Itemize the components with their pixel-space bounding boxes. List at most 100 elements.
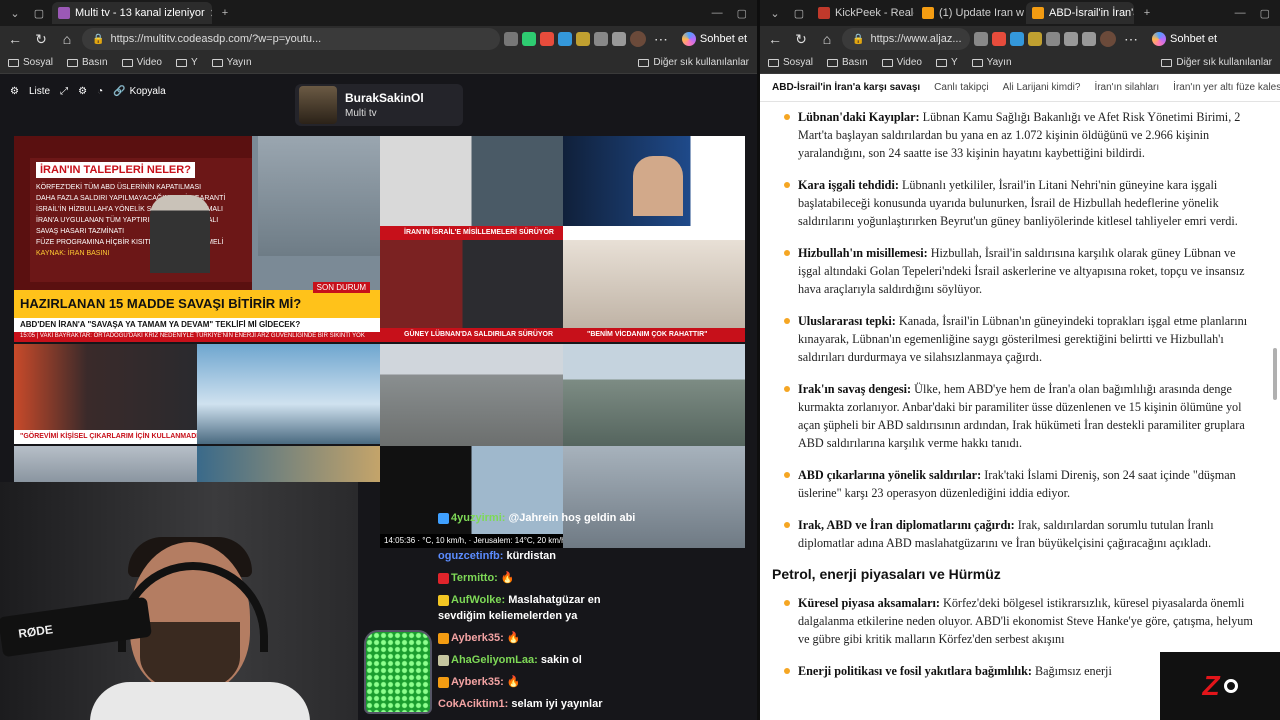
- bookmark-folder[interactable]: Video: [881, 57, 922, 68]
- copilot-button[interactable]: Sohbet et: [1146, 32, 1223, 46]
- tab-abd-israil[interactable]: ABD-İsrail'in İran'a: [1026, 2, 1134, 24]
- channel-card[interactable]: BurakSakinOl Multi tv: [295, 84, 463, 126]
- crown-badge-icon: [438, 594, 449, 606]
- address-bar[interactable]: 🔒 https://multitv.codeasdp.com/?w=p=yout…: [82, 28, 500, 50]
- home-icon[interactable]: ⌂: [56, 28, 78, 50]
- bookmark-folder[interactable]: Basın: [827, 57, 868, 68]
- more-menu-icon[interactable]: ⋯: [650, 28, 672, 50]
- favorites-icon[interactable]: [1082, 32, 1096, 46]
- minimize-icon[interactable]: —: [1235, 7, 1246, 20]
- other-bookmarks[interactable]: Diğer sık kullanılanlar: [638, 57, 749, 68]
- extension-icon[interactable]: [575, 32, 590, 46]
- copy-button[interactable]: 🔗 Kopyala: [113, 86, 166, 97]
- refresh-icon[interactable]: ↻: [30, 28, 52, 50]
- tab-title: (1) Update Iran war: [939, 7, 1024, 19]
- subnav-item[interactable]: ABD-İsrail'in İran'a karşı savaşı: [772, 82, 920, 93]
- tile-caption: "BENİM VİCDANIM ÇOK RAHATTIR": [563, 328, 745, 342]
- new-tab-icon[interactable]: +: [1136, 3, 1158, 23]
- close-tab-icon[interactable]: ✕: [210, 7, 212, 20]
- minimize-icon[interactable]: —: [712, 7, 723, 20]
- list-button[interactable]: Liste: [29, 86, 50, 97]
- bookmark-folder[interactable]: Sosyal: [8, 57, 53, 68]
- video-tile-7[interactable]: "GÖREVİMİ KİŞİSEL ÇIKARLARIM İÇİN KULLAN…: [14, 344, 197, 444]
- emote-jar-image: [364, 630, 432, 714]
- gear-icon[interactable]: ⚙: [78, 86, 87, 97]
- fullscreen-icon[interactable]: ⤢: [60, 86, 68, 97]
- left-browser-window: ⌄ ▢ Multi tv - 13 kanal izleniyor ✕ + — …: [0, 0, 757, 720]
- bookmark-folder[interactable]: Sosyal: [768, 57, 813, 68]
- bookmark-folder[interactable]: Basın: [67, 57, 108, 68]
- bookmark-folder[interactable]: Y: [936, 57, 958, 68]
- extension-icon[interactable]: [1046, 32, 1060, 46]
- extension-icon[interactable]: [539, 32, 554, 46]
- extension-icon[interactable]: [1010, 32, 1024, 46]
- tab-actions-icon[interactable]: ⌄: [4, 3, 26, 23]
- chat-text: sakin ol: [540, 654, 582, 666]
- tab-strip: ⌄ ▢ KickPeek - Real-time (1) Update Iran…: [760, 0, 1280, 26]
- video-tile-6[interactable]: "BENİM VİCDANIM ÇOK RAHATTIR": [563, 240, 745, 342]
- chat-message: AufWolke: Maslahatgüzar en sevdiğim keli…: [438, 592, 638, 624]
- tab-kickpeek[interactable]: KickPeek - Real-time: [812, 2, 914, 24]
- guest-face-image: [633, 156, 683, 216]
- more-menu-icon[interactable]: ⋯: [1120, 28, 1142, 50]
- bookmark-folder[interactable]: Video: [121, 57, 162, 68]
- article-bullet: Küresel piyasa aksamaları: Körfez'deki b…: [784, 594, 1256, 648]
- chat-text: kürdistan: [506, 550, 556, 562]
- tab-multitv[interactable]: Multi tv - 13 kanal izleniyor ✕: [52, 2, 212, 24]
- subnav-item[interactable]: İran'ın yer altı füze kalesi Qe...: [1173, 82, 1280, 93]
- bookmark-folder[interactable]: Yayın: [211, 57, 252, 68]
- workspaces-icon[interactable]: ▢: [788, 3, 810, 23]
- extension-icon[interactable]: [992, 32, 1006, 46]
- back-icon[interactable]: ←: [4, 28, 26, 50]
- extension-icon[interactable]: [1028, 32, 1042, 46]
- scrollbar-thumb[interactable]: [1273, 348, 1277, 400]
- video-tile-9[interactable]: [380, 344, 563, 446]
- video-tile-12[interactable]: [197, 446, 380, 482]
- split-screen-icon[interactable]: [1064, 32, 1078, 46]
- bookmark-label: Sosyal: [783, 57, 814, 68]
- back-icon[interactable]: ←: [764, 28, 786, 50]
- badge-icon: [438, 654, 449, 666]
- copilot-button[interactable]: Sohbet et: [676, 32, 753, 46]
- workspaces-icon[interactable]: ▢: [28, 3, 50, 23]
- bookmark-folder[interactable]: Y: [176, 57, 198, 68]
- subnav-item[interactable]: Canlı takipçi: [934, 82, 988, 93]
- article-bullet: Irak, ABD ve İran diplomatlarını çağırdı…: [784, 516, 1256, 552]
- article-bullet: ABD çıkarlarına yönelik saldırılar: Irak…: [784, 466, 1256, 502]
- video-tile-10[interactable]: [563, 344, 745, 446]
- chat-user: Termitto:: [451, 572, 498, 584]
- home-icon[interactable]: ⌂: [816, 28, 838, 50]
- video-tile-2[interactable]: İRAN'IN İSRAİL'E MİSİLLEMELERİ SÜRÜYOR: [380, 136, 563, 240]
- demand-item: DAHA FAZLA SALDIRI YAPILMAYACAĞINA DAİR …: [36, 195, 226, 202]
- maximize-icon[interactable]: ▢: [737, 7, 747, 20]
- maximize-icon[interactable]: ▢: [1260, 7, 1270, 20]
- video-tile-8[interactable]: [197, 344, 380, 444]
- channel-logo: Z: [1160, 652, 1280, 720]
- video-tile-3[interactable]: [563, 136, 745, 240]
- extension-icon[interactable]: [593, 32, 608, 46]
- multitv-favicon-icon: [58, 7, 70, 19]
- chat-user: AufWolke:: [451, 594, 506, 606]
- settings-gear-icon[interactable]: ⚙: [10, 86, 19, 97]
- extension-icon[interactable]: [521, 32, 536, 46]
- address-bar[interactable]: 🔒 https://www.aljaz...: [842, 28, 970, 50]
- video-tile-5[interactable]: GÜNEY LÜBNAN'DA SALDIRILAR SÜRÜYOR: [380, 240, 563, 342]
- extension-icon[interactable]: [557, 32, 572, 46]
- bookmark-folder[interactable]: Yayın: [971, 57, 1012, 68]
- new-tab-icon[interactable]: +: [214, 3, 236, 23]
- bookmark-label: Yayın: [986, 57, 1012, 68]
- tab-actions-icon[interactable]: ⌄: [764, 3, 786, 23]
- refresh-icon[interactable]: ↻: [790, 28, 812, 50]
- extension-icon[interactable]: [974, 32, 988, 46]
- favorites-icon[interactable]: [611, 32, 626, 46]
- extension-icon[interactable]: [503, 32, 518, 46]
- profile-avatar[interactable]: [1100, 31, 1116, 47]
- address-row: ← ↻ ⌂ 🔒 https://multitv.codeasdp.com/?w=…: [0, 26, 757, 52]
- profile-avatar[interactable]: [629, 31, 646, 47]
- timer-icon[interactable]: ◔: [97, 86, 103, 97]
- video-tile-11[interactable]: [14, 446, 197, 482]
- subnav-item[interactable]: İran'ın silahları: [1094, 82, 1159, 93]
- tab-update-iran[interactable]: (1) Update Iran war: [916, 2, 1024, 24]
- subnav-item[interactable]: Ali Larijani kimdi?: [1003, 82, 1081, 93]
- other-bookmarks[interactable]: Diğer sık kullanılanlar: [1161, 57, 1272, 68]
